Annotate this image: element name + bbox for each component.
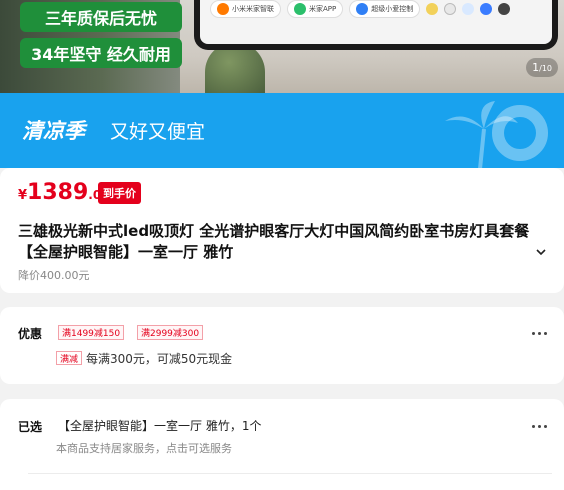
mijia-icon (294, 3, 306, 15)
product-info-card: ¥ 1389 .00 到手价 三雄极光新中式led吸顶灯 全光谱护眼客厅大灯中国… (0, 168, 564, 293)
banner-title: 清凉季 (22, 119, 85, 143)
more-options-icon[interactable] (532, 421, 548, 431)
home-service-note: 本商品支持居家服务，点击可选服务 (56, 442, 232, 455)
app-chip-label: 超级小爱控制 (371, 5, 414, 13)
image-counter: 1/10 (526, 58, 558, 77)
warranty-badge: 三年质保后无忧 (20, 2, 182, 32)
mi-icon (217, 3, 229, 15)
phone-mockup: 小米米家智联 米家APP 超级小爱控制 (194, 0, 558, 50)
coupon-tag[interactable]: 满1499减150 (58, 325, 125, 340)
full-reduction-tag: 满减 (56, 351, 83, 365)
app-chip-mi-home-smart: 小米米家智联 (210, 0, 281, 18)
price-integer: 1389 (27, 180, 89, 205)
banner-slogan: 又好又便宜 (110, 121, 206, 143)
brand-years-badge: 34年坚守 经久耐用 (20, 38, 182, 68)
price: ¥ 1389 .00 (18, 180, 110, 205)
app-chip-xiaoai: 超级小爱控制 (349, 0, 421, 18)
light-preset-icon (426, 3, 439, 15)
swim-ring-icon (492, 105, 548, 161)
coupon-tag[interactable]: 满2999减300 (137, 325, 204, 340)
hand-price-tag: 到手价 (98, 182, 141, 204)
more-options-icon[interactable] (532, 328, 548, 338)
light-preset-icon (444, 3, 457, 15)
light-preset-icon (498, 3, 511, 15)
selected-label: 已选 (18, 420, 43, 434)
price-symbol: ¥ (18, 188, 28, 203)
product-image-carousel[interactable]: 三年质保后无忧 34年坚守 经久耐用 小米米家智联 米家APP 超级小爱控制 1… (0, 0, 564, 93)
app-chip-mijia: 米家APP (287, 0, 344, 18)
price-drop-note: 降价400.00元 (18, 269, 90, 282)
selected-variant-card[interactable]: 已选 【全屋护眼智能】一室一厅 雅竹，1个 本商品支持居家服务，点击可选服务 (0, 399, 564, 490)
light-preset-icon (480, 3, 493, 15)
promotions-label: 优惠 (18, 327, 43, 341)
image-counter-total: /10 (539, 64, 552, 73)
chevron-down-icon[interactable] (536, 247, 546, 257)
app-chip-label: 小米米家智联 (232, 5, 274, 13)
divider (28, 473, 552, 474)
xiaoai-icon (356, 3, 369, 15)
light-preset-icon (462, 3, 475, 15)
app-chip-label: 米家APP (309, 5, 337, 13)
product-title: 三雄极光新中式led吸顶灯 全光谱护眼客厅大灯中国风简约卧室书房灯具套餐 【全屋… (18, 222, 530, 261)
selected-variant-value: 【全屋护眼智能】一室一厅 雅竹，1个 (58, 419, 262, 433)
promo-banner[interactable]: 清凉季 又好又便宜 (0, 93, 564, 168)
promotions-card[interactable]: 优惠 满1499减150 满2999减300 满减 每满300元，可减50元现金 (0, 307, 564, 384)
full-reduction-text: 每满300元，可减50元现金 (86, 352, 233, 366)
